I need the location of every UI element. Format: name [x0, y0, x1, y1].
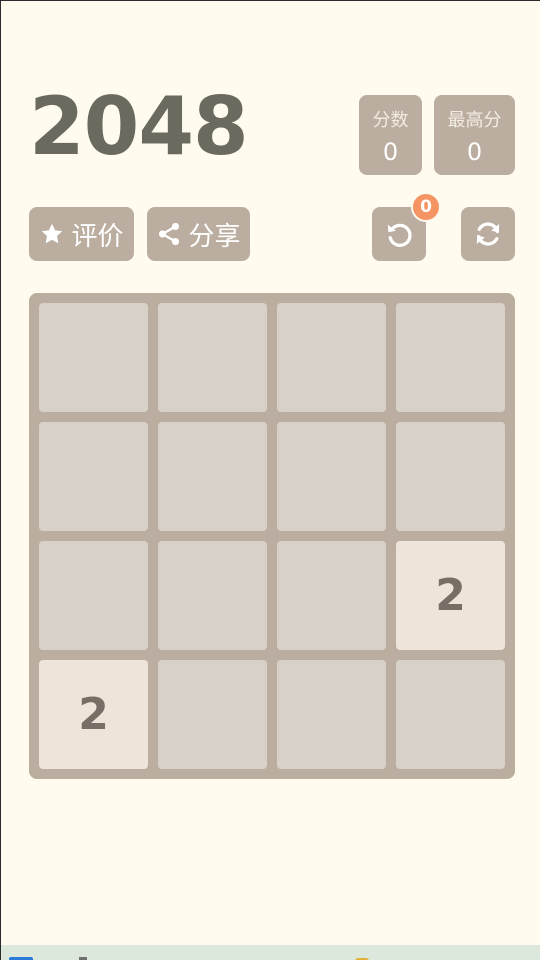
best-score-box: 最高分 0	[434, 95, 515, 175]
share-label: 分享	[188, 221, 241, 252]
empty-cell	[39, 303, 148, 412]
tile: 2	[396, 541, 505, 650]
undo-count-badge: 0	[411, 192, 441, 222]
best-score-value: 0	[466, 138, 483, 166]
rate-button[interactable]: 评价	[29, 207, 134, 261]
empty-cell	[277, 303, 386, 412]
empty-cell	[158, 303, 267, 412]
empty-cell	[277, 660, 386, 769]
star-icon	[39, 221, 65, 247]
best-score-label: 最高分	[447, 110, 502, 131]
restart-button[interactable]	[461, 207, 515, 261]
rate-label: 评价	[71, 221, 124, 252]
share-button[interactable]: 分享	[147, 207, 250, 261]
empty-cell	[39, 422, 148, 531]
tile: 2	[39, 660, 148, 769]
empty-cell	[396, 303, 505, 412]
share-icon	[156, 221, 182, 247]
empty-cell	[277, 541, 386, 650]
refresh-icon	[473, 219, 503, 249]
score-box: 分数 0	[359, 95, 422, 175]
score-value: 0	[382, 138, 399, 166]
undo-icon	[384, 219, 414, 249]
score-label: 分数	[372, 110, 409, 131]
taskbar	[1, 945, 540, 960]
empty-cell	[158, 541, 267, 650]
empty-cell	[396, 660, 505, 769]
empty-cell	[158, 422, 267, 531]
game-screen: 2048 分数 0 最高分 0 评价 分享 0 2 2	[0, 0, 540, 960]
empty-cell	[277, 422, 386, 531]
game-board[interactable]: 22	[29, 293, 515, 779]
empty-cell	[39, 541, 148, 650]
empty-cell	[396, 422, 505, 531]
game-title: 2048	[29, 80, 249, 173]
empty-cell	[158, 660, 267, 769]
